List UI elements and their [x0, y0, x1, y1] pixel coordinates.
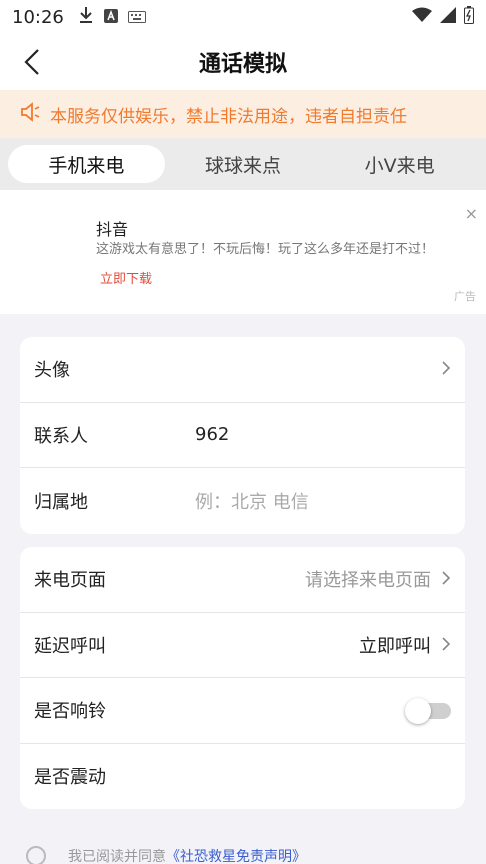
call-page-placeholder[interactable]: 请选择来电页面 — [305, 566, 431, 592]
call-settings-card: 来电页面 请选择来电页面 延迟呼叫 立即呼叫 是否响铃 是否震动 — [20, 547, 465, 809]
signal-icon — [440, 7, 456, 27]
tab-qiuqiu-call[interactable]: 球球来点 — [165, 145, 322, 183]
ad-badge: 广告 — [454, 290, 476, 303]
delay-call-row[interactable]: 延迟呼叫 立即呼叫 — [20, 613, 465, 678]
ring-toggle[interactable] — [405, 698, 451, 725]
battery-icon — [464, 6, 474, 28]
notice-banner: 本服务仅供娱乐，禁止非法用途，违者自担责任 — [0, 90, 486, 138]
chevron-right-icon — [441, 357, 451, 381]
contact-label: 联系人 — [34, 425, 88, 447]
ad-download-link[interactable]: 立即下载 — [100, 268, 152, 287]
chevron-left-icon — [24, 49, 39, 75]
disclaimer-link[interactable]: 《社恐救星免责声明》 — [166, 846, 306, 864]
tab-phone-call[interactable]: 手机来电 — [8, 145, 165, 183]
keyboard-icon — [127, 8, 146, 27]
location-row[interactable]: 归属地 例：北京 电信 — [20, 468, 465, 534]
tab-xiaov-call[interactable]: 小V来电 — [321, 145, 478, 183]
vibrate-label: 是否震动 — [34, 767, 106, 789]
contact-info-card: 头像 联系人 962 归属地 例：北京 电信 — [20, 337, 465, 534]
contact-row[interactable]: 联系人 962 — [20, 403, 465, 468]
avatar-label: 头像 — [34, 360, 70, 382]
ad-description: 这游戏太有意思了！不玩后悔！玩了这么多年还是打不过！ — [96, 242, 435, 257]
call-page-row[interactable]: 来电页面 请选择来电页面 — [20, 547, 465, 613]
navigation-bar: 通话模拟 — [0, 34, 486, 90]
delay-call-value[interactable]: 立即呼叫 — [359, 632, 431, 658]
location-input[interactable]: 例：北京 电信 — [195, 488, 309, 514]
notice-text: 本服务仅供娱乐，禁止非法用途，违者自担责任 — [50, 106, 407, 127]
ad-banner[interactable]: 抖音 这游戏太有意思了！不玩后悔！玩了这么多年还是打不过！ 立即下载 × 广告 — [0, 190, 486, 314]
avatar-row[interactable]: 头像 — [20, 337, 465, 403]
page-title: 通话模拟 — [198, 52, 287, 77]
back-button[interactable] — [16, 46, 48, 78]
delay-call-label: 延迟呼叫 — [34, 635, 106, 657]
close-icon[interactable]: × — [465, 204, 478, 223]
chevron-right-icon — [441, 567, 451, 591]
tab-bar: 手机来电 球球来点 小V来电 — [0, 138, 486, 190]
download-icon — [78, 6, 94, 28]
status-time: 10:26 — [12, 6, 64, 28]
ring-row: 是否响铃 — [20, 678, 465, 744]
app-icon — [103, 8, 118, 27]
ad-title: 抖音 — [96, 220, 129, 239]
agree-prefix: 我已阅读并同意 — [68, 849, 166, 864]
speaker-icon — [20, 102, 42, 126]
ring-label: 是否响铃 — [34, 701, 106, 723]
contact-input[interactable]: 962 — [195, 424, 229, 445]
vibrate-row: 是否震动 — [20, 744, 465, 810]
agreement: 我已阅读并同意 《社恐救星免责声明》 — [26, 846, 306, 864]
location-label: 归属地 — [34, 491, 88, 513]
status-bar: 10:26 — [0, 0, 486, 34]
agree-checkbox[interactable] — [26, 846, 46, 864]
wifi-icon — [412, 7, 432, 27]
chevron-right-icon — [441, 633, 451, 657]
call-page-label: 来电页面 — [34, 570, 106, 592]
